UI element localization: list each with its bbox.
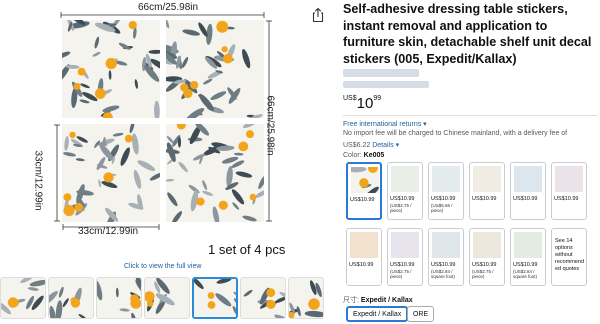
fruit-shape: [216, 20, 229, 33]
fruit-shape: [207, 292, 215, 299]
gallery-thumbnail[interactable]: [144, 277, 190, 319]
fruit-shape: [7, 297, 19, 308]
see-more-options[interactable]: See 14 options without recommend ed quot…: [551, 228, 587, 286]
fruit-shape: [70, 297, 78, 304]
color-option[interactable]: US$10.99 (US$2.75 / piece): [387, 162, 423, 220]
fruit-shape: [103, 172, 114, 183]
fruit-shape: [222, 53, 233, 64]
share-icon[interactable]: [311, 7, 325, 23]
pattern-tile: [62, 20, 160, 118]
price: US$1099: [343, 95, 382, 112]
left-dimension-line: [54, 124, 60, 222]
product-title: Self-adhesive dressing table stickers, i…: [343, 2, 592, 66]
gallery-thumbnail[interactable]: [48, 277, 94, 319]
color-label-row: Color: Ke005: [343, 152, 385, 159]
color-option[interactable]: US$10.99: [551, 162, 587, 220]
color-option[interactable]: US$10.99: [346, 228, 382, 286]
pattern-tile: [166, 124, 264, 222]
delivery-fee-row: US$6.22 Details ▾: [343, 142, 400, 149]
color-option[interactable]: US$10.99 (US$5.66 / piece): [428, 162, 464, 220]
fruit-shape: [218, 200, 228, 210]
color-option[interactable]: US$10.99: [510, 162, 546, 220]
pattern-tile: [62, 124, 160, 222]
color-option[interactable]: US$10.99 (US$2.75 / piece): [469, 228, 505, 286]
fruit-shape: [359, 178, 369, 188]
fruit-shape: [249, 193, 257, 201]
fruit-shape: [128, 20, 137, 30]
color-option[interactable]: US$10.99 (US$2.84 / square foot): [510, 228, 546, 286]
bottom-dimension: 33cm/12.99in: [78, 226, 139, 237]
gallery-thumbnail[interactable]: [96, 277, 142, 319]
color-option[interactable]: US$10.99 (US$2.84 / square foot): [428, 228, 464, 286]
size-label-row: 尺寸: Expedit / Kallax: [343, 297, 413, 304]
left-dimension: 33cm/12.99in: [32, 150, 44, 211]
gallery-thumbnail[interactable]: [0, 277, 46, 319]
color-option-selected[interactable]: US$10.99: [346, 162, 382, 220]
set-count-label: 1 set of 4 pcs: [208, 242, 286, 257]
fruit-shape: [63, 193, 72, 202]
store-link[interactable]: [343, 69, 419, 77]
fruit-shape: [73, 82, 81, 90]
fruit-shape: [63, 205, 75, 217]
right-dimension-line: [266, 20, 272, 222]
fruit-shape: [124, 134, 133, 143]
chevron-down-icon: ▾: [423, 121, 427, 128]
fruit-shape: [266, 288, 276, 298]
fruit-shape: [190, 80, 199, 90]
details-link[interactable]: Details: [372, 142, 393, 149]
gallery-thumbnail-selected[interactable]: [192, 277, 238, 319]
gallery-thumbnail[interactable]: [288, 277, 324, 319]
fruit-shape: [308, 298, 320, 310]
fruit-shape: [238, 141, 249, 152]
import-note: No import fee will be charged to Chinese…: [343, 130, 568, 137]
price-divider: [343, 115, 597, 116]
view-full-link[interactable]: Click to view the full view: [124, 263, 201, 270]
fruit-shape: [95, 88, 106, 99]
size-option[interactable]: ORE: [407, 306, 435, 322]
rating-row[interactable]: [343, 81, 429, 88]
fruit-shape: [74, 203, 84, 212]
fruit-shape: [69, 131, 76, 139]
returns-link[interactable]: Free international returns ▾: [343, 120, 427, 128]
fruit-shape: [196, 197, 205, 206]
color-option[interactable]: US$10.99: [469, 162, 505, 220]
fruit-shape: [245, 130, 254, 139]
gallery-thumbnail[interactable]: [240, 277, 286, 319]
fruit-shape: [105, 57, 117, 70]
fruit-shape: [266, 299, 276, 310]
chevron-down-icon: ▾: [395, 142, 400, 149]
pattern-tile: [166, 20, 264, 118]
fruit-shape: [180, 83, 189, 92]
size-option-selected[interactable]: Expedit / Kallax: [346, 306, 409, 322]
fruit-shape: [207, 301, 216, 309]
fruit-shape: [221, 46, 228, 53]
fruit-shape: [77, 67, 86, 76]
color-option[interactable]: US$10.99 (US$2.75 / piece): [387, 228, 423, 286]
fruit-shape: [130, 294, 139, 303]
top-dimension-line: [60, 12, 265, 18]
